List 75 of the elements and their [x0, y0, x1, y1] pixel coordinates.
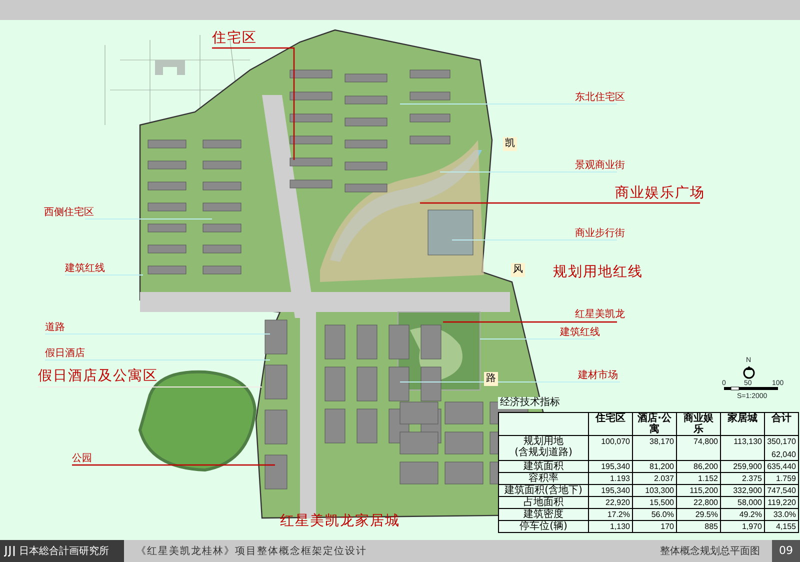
row-label: 建筑密度 [522, 509, 564, 520]
row-label: 建筑面积 [522, 461, 564, 472]
table-cell-text: 885 [704, 521, 718, 532]
zone-label: 住宅区 [212, 31, 257, 46]
table-cell-text: 100,070 [600, 436, 630, 447]
table-cell-text: 2.037 [652, 473, 674, 484]
table-cell-text: 22,800 [692, 497, 718, 508]
plan-label: 建筑红线 [560, 327, 600, 338]
plan-label: 红星美凯龙 [575, 309, 625, 320]
plan-label: 公园 [72, 453, 92, 464]
row-label: 停车位(辆) [518, 521, 568, 532]
table-cell-text: 195,340 [600, 485, 630, 496]
page-number: 09 [772, 540, 800, 562]
table-title: 经济技术指标 [498, 397, 562, 409]
table-cell-text: 115,200 [688, 485, 718, 496]
table-cell-text: 49.2% [738, 509, 762, 520]
plan-label: 景观商业街 [575, 160, 625, 171]
plan-label: 建筑红线 [65, 263, 105, 274]
plan-label: 道路 [45, 322, 65, 333]
column-header: 酒店·公寓 [632, 412, 676, 436]
street-label: 凯 [503, 137, 517, 151]
table-cell-text: 81,200 [648, 461, 674, 472]
street-label: 路 [484, 372, 498, 386]
table-cell-text: 86,200 [692, 461, 718, 472]
table-cell-text: 29.5% [694, 509, 718, 520]
table-cell-text: 17.2% [606, 509, 630, 520]
row-label: 容积率 [528, 473, 560, 484]
table-cell-text: 1.193 [608, 473, 630, 484]
table-cell-text: 1.152 [696, 473, 718, 484]
plan-label: 东北住宅区 [575, 92, 625, 103]
table-cell-text: 38,170 [648, 436, 674, 447]
logo-icon [4, 545, 16, 557]
zone-label: 假日酒店及公寓区 [38, 369, 158, 384]
table-cell-text: 259,900 [732, 461, 762, 472]
column-header: 合计 [764, 412, 798, 436]
project-title: 《红星美凯龙桂林》项目整体概念框架定位设计 [135, 544, 368, 558]
table-cell-text: 103,300 [644, 485, 674, 496]
table-cell-text: 33.0% [772, 509, 796, 520]
zone-label: 规划用地红线 [553, 265, 643, 280]
row-label: 规划用地 [524, 436, 564, 447]
row-label: 占地面积 [522, 497, 564, 508]
column-header: 家居城 [720, 412, 764, 436]
table-cell-text: 113,130 [732, 436, 762, 447]
plan-label: 假日酒店 [45, 348, 85, 359]
table-cell-text: 62,040 [770, 449, 796, 460]
zone-label: 红星美凯龙家居城 [280, 514, 400, 530]
table-cell-text: 58,000 [736, 497, 762, 508]
table-cell-text: 15,500 [648, 497, 674, 508]
table-cell-text: 1,970 [740, 521, 762, 532]
scale-bar [724, 386, 778, 390]
zone-label: 商业娱乐广场 [615, 186, 705, 202]
table-cell-text: 1.759 [774, 473, 796, 484]
column-header: 商业娱乐 [676, 412, 720, 436]
plan-label: 商业步行街 [575, 228, 625, 239]
table-cell-text: 170 [660, 521, 674, 532]
logo-text: 日本総合計画研究所 [19, 544, 109, 558]
sheet-title: 整体概念规划总平面图 [660, 544, 761, 558]
table-cell-text: 74,800 [692, 436, 718, 447]
column-header: 住宅区 [588, 412, 632, 436]
table-cell: 350,170 [767, 436, 796, 447]
table-cell-text: 56.0% [650, 509, 674, 520]
table-cell-text: 22,920 [604, 497, 630, 508]
street-label: 风 [511, 263, 525, 277]
table-cell-text: 4,155 [774, 521, 796, 532]
table-cell-text: 332,900 [732, 485, 762, 496]
plan-label: 西侧住宅区 [44, 207, 94, 218]
row-label: 建筑面积(含地下) [504, 485, 584, 496]
row-note: (含规划道路) [514, 447, 574, 458]
table-cell: 119,220 [767, 497, 796, 508]
table-cell: 635,440 [767, 461, 796, 472]
table-cell-text: 195,340 [600, 461, 630, 472]
plan-label: 建材市场 [578, 370, 618, 381]
table-cell-text: 2.375 [740, 473, 762, 484]
table-cell: 747,540 [767, 485, 796, 496]
table-cell-text: 1,130 [608, 521, 630, 532]
